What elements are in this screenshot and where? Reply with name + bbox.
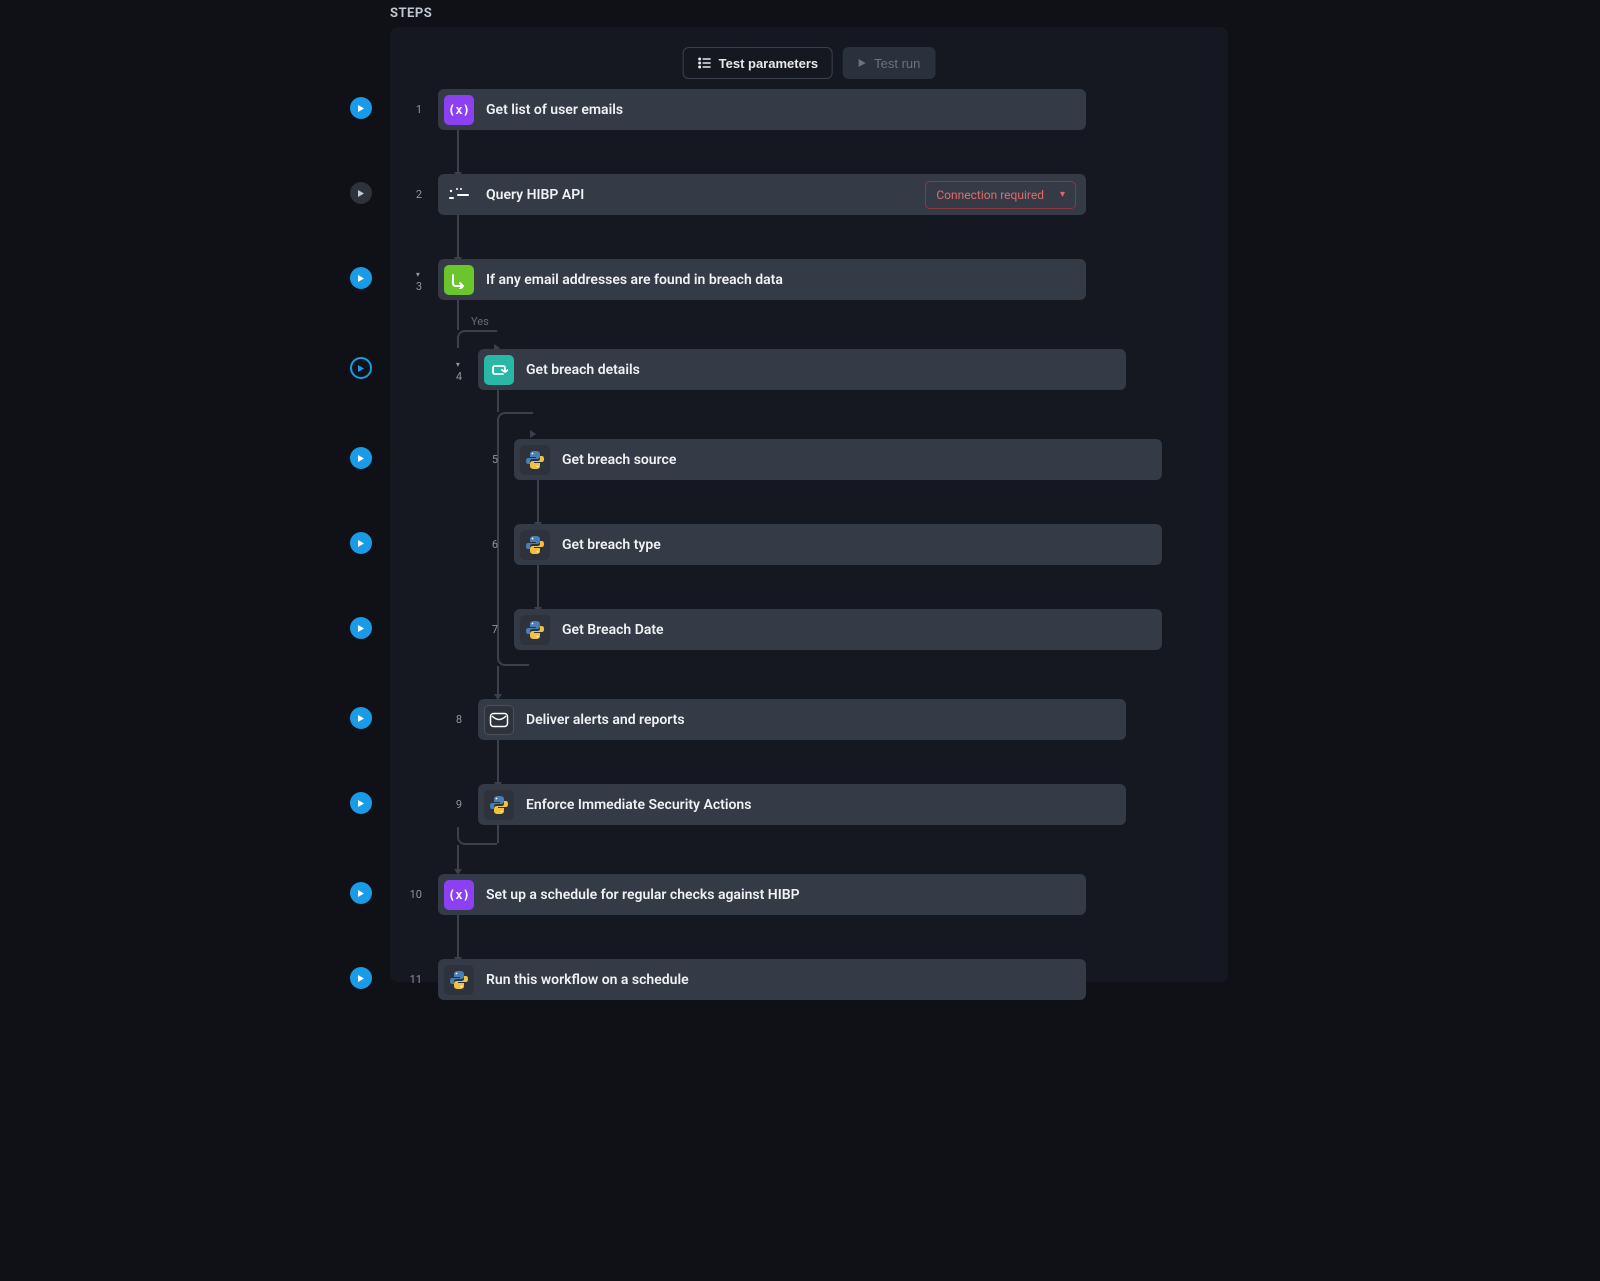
test-run-label: Test run xyxy=(874,56,920,71)
connection-required-badge[interactable]: Connection required ▾ xyxy=(925,181,1076,209)
play-icon xyxy=(858,58,867,68)
step-card-9[interactable]: 9 Enforce Immediate Security Actions xyxy=(478,784,1126,825)
step-label: Query HIBP API xyxy=(486,187,584,203)
step-card-10[interactable]: 10 (x) Set up a schedule for regular che… xyxy=(438,874,1086,915)
step-card-1[interactable]: 1 (x) Get list of user emails xyxy=(438,89,1086,130)
python-icon xyxy=(520,445,550,475)
step-card-2[interactable]: 2 Query HIBP API Connection required ▾ xyxy=(438,174,1086,215)
step-label: Deliver alerts and reports xyxy=(526,712,685,728)
step-label: Run this workflow on a schedule xyxy=(486,972,689,988)
step-number: ▾3 xyxy=(416,267,422,293)
run-step-7-button[interactable] xyxy=(350,617,372,639)
caret-down-icon: ▾ xyxy=(456,360,460,369)
caret-down-icon: ▾ xyxy=(416,270,420,279)
workflow-panel: Test parameters Test run xyxy=(390,27,1228,982)
step-label: Set up a schedule for regular checks aga… xyxy=(486,887,800,903)
connection-required-text: Connection required xyxy=(936,188,1044,202)
run-step-2-button[interactable] xyxy=(350,182,372,204)
step-card-11[interactable]: 11 Run this workflow on a schedule xyxy=(438,959,1086,1000)
python-icon xyxy=(484,790,514,820)
step-number: 5 xyxy=(492,453,498,466)
list-icon xyxy=(698,57,712,69)
step-card-4[interactable]: ▾4 Get breach details xyxy=(478,349,1126,390)
step-label: Get breach type xyxy=(562,537,661,553)
run-step-10-button[interactable] xyxy=(350,882,372,904)
step-number: 2 xyxy=(416,188,422,201)
run-step-3-button[interactable] xyxy=(350,267,372,289)
step-number: 1 xyxy=(416,103,422,116)
step-card-3[interactable]: ▾3 If any email addresses are found in b… xyxy=(438,259,1086,300)
steps-heading: STEPS xyxy=(390,6,1440,21)
step-number: 8 xyxy=(456,713,462,726)
step-number: 7 xyxy=(492,623,498,636)
run-step-9-button[interactable] xyxy=(350,792,372,814)
branch-yes-label: Yes xyxy=(467,315,493,328)
branch-icon xyxy=(444,265,474,295)
test-parameters-button[interactable]: Test parameters xyxy=(683,47,833,79)
run-step-11-button[interactable] xyxy=(350,967,372,989)
python-icon xyxy=(520,615,550,645)
step-label: Get Breach Date xyxy=(562,622,664,638)
mail-icon xyxy=(484,705,514,735)
python-icon xyxy=(444,965,474,995)
step-label: Get list of user emails xyxy=(486,102,623,118)
svg-text:(x): (x) xyxy=(449,103,469,117)
step-label: Get breach details xyxy=(526,362,640,378)
step-card-7[interactable]: 7 Get Breach Date xyxy=(514,609,1162,650)
run-step-8-button[interactable] xyxy=(350,707,372,729)
chevron-down-icon: ▾ xyxy=(1060,189,1065,200)
step-card-6[interactable]: 6 Get breach type xyxy=(514,524,1162,565)
step-label: Get breach source xyxy=(562,452,676,468)
test-run-button[interactable]: Test run xyxy=(843,47,935,79)
step-card-5[interactable]: 5 Get breach source xyxy=(514,439,1162,480)
step-number: ▾4 xyxy=(456,357,462,383)
step-number: 6 xyxy=(492,538,498,551)
step-number: 11 xyxy=(410,973,422,986)
step-number: 10 xyxy=(410,888,422,901)
python-icon xyxy=(520,530,550,560)
step-label: If any email addresses are found in brea… xyxy=(486,272,783,288)
svg-text:(x): (x) xyxy=(449,888,469,902)
step-number: 9 xyxy=(456,798,462,811)
hibp-icon xyxy=(444,180,474,210)
loop-icon xyxy=(484,355,514,385)
test-parameters-label: Test parameters xyxy=(719,56,818,71)
run-step-1-button[interactable] xyxy=(350,97,372,119)
step-card-8[interactable]: 8 Deliver alerts and reports xyxy=(478,699,1126,740)
run-step-4-button[interactable] xyxy=(350,357,372,379)
run-step-6-button[interactable] xyxy=(350,532,372,554)
variable-icon: (x) xyxy=(444,95,474,125)
step-label: Enforce Immediate Security Actions xyxy=(526,797,751,813)
run-step-5-button[interactable] xyxy=(350,447,372,469)
variable-icon: (x) xyxy=(444,880,474,910)
